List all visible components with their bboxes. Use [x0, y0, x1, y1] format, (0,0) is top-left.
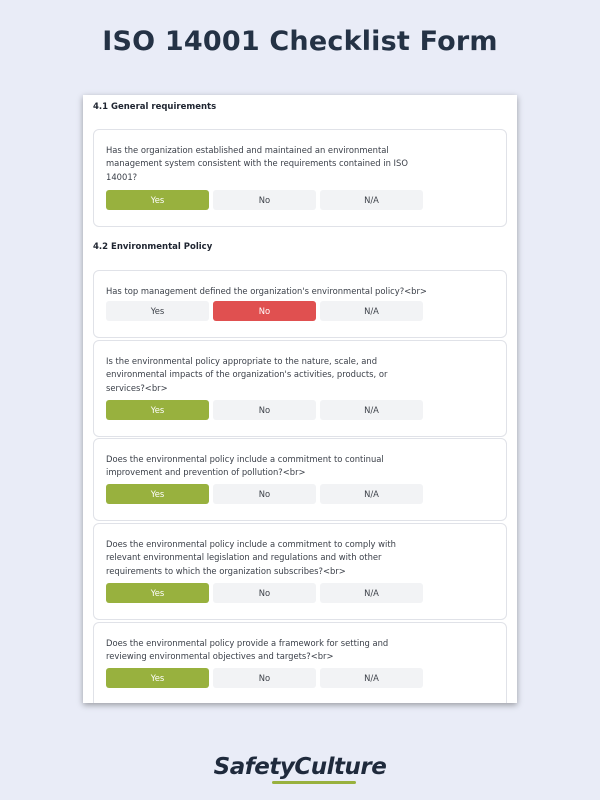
answer-no-button[interactable]: No	[213, 400, 316, 420]
answer-no-button[interactable]: No	[213, 301, 316, 321]
section-heading-environmental-policy: 4.2 Environmental Policy	[93, 242, 213, 252]
question-card: Does the environmental policy provide a …	[93, 622, 507, 703]
answer-na-button[interactable]: N/A	[320, 583, 423, 603]
question-text: Does the environmental policy include a …	[106, 454, 384, 478]
question-text: Has top management defined the organizat…	[106, 286, 427, 296]
brand-logo: SafetyCulture	[213, 754, 387, 780]
page-title: ISO 14001 Checklist Form	[102, 26, 498, 57]
answer-yes-button[interactable]: Yes	[106, 668, 209, 688]
answer-no-button[interactable]: No	[213, 190, 316, 210]
answer-yes-button[interactable]: Yes	[106, 301, 209, 321]
answer-yes-button[interactable]: Yes	[106, 583, 209, 603]
answer-yes-button[interactable]: Yes	[106, 190, 209, 210]
answer-no-button[interactable]: No	[213, 668, 316, 688]
question-text: Does the environmental policy include a …	[106, 539, 396, 576]
question-text: Has the organization established and mai…	[106, 145, 408, 182]
question-card: Is the environmental policy appropriate …	[93, 340, 507, 437]
section-heading-general-requirements: 4.1 General requirements	[93, 102, 217, 112]
question-card: Has top management defined the organizat…	[93, 270, 507, 338]
question-text: Is the environmental policy appropriate …	[106, 356, 388, 393]
answer-na-button[interactable]: N/A	[320, 301, 423, 321]
question-card: Does the environmental policy include a …	[93, 438, 507, 521]
question-card: Has the organization established and mai…	[93, 129, 507, 227]
question-card: Does the environmental policy include a …	[93, 523, 507, 620]
answer-yes-button[interactable]: Yes	[106, 484, 209, 504]
question-text: Does the environmental policy provide a …	[106, 638, 389, 662]
answer-na-button[interactable]: N/A	[320, 484, 423, 504]
answer-no-button[interactable]: No	[213, 583, 316, 603]
checklist-form: 4.1 General requirements Has the organiz…	[83, 95, 517, 703]
brand-underline	[272, 781, 356, 784]
answer-na-button[interactable]: N/A	[320, 190, 423, 210]
answer-na-button[interactable]: N/A	[320, 400, 423, 420]
answer-yes-button[interactable]: Yes	[106, 400, 209, 420]
answer-no-button[interactable]: No	[213, 484, 316, 504]
answer-na-button[interactable]: N/A	[320, 668, 423, 688]
